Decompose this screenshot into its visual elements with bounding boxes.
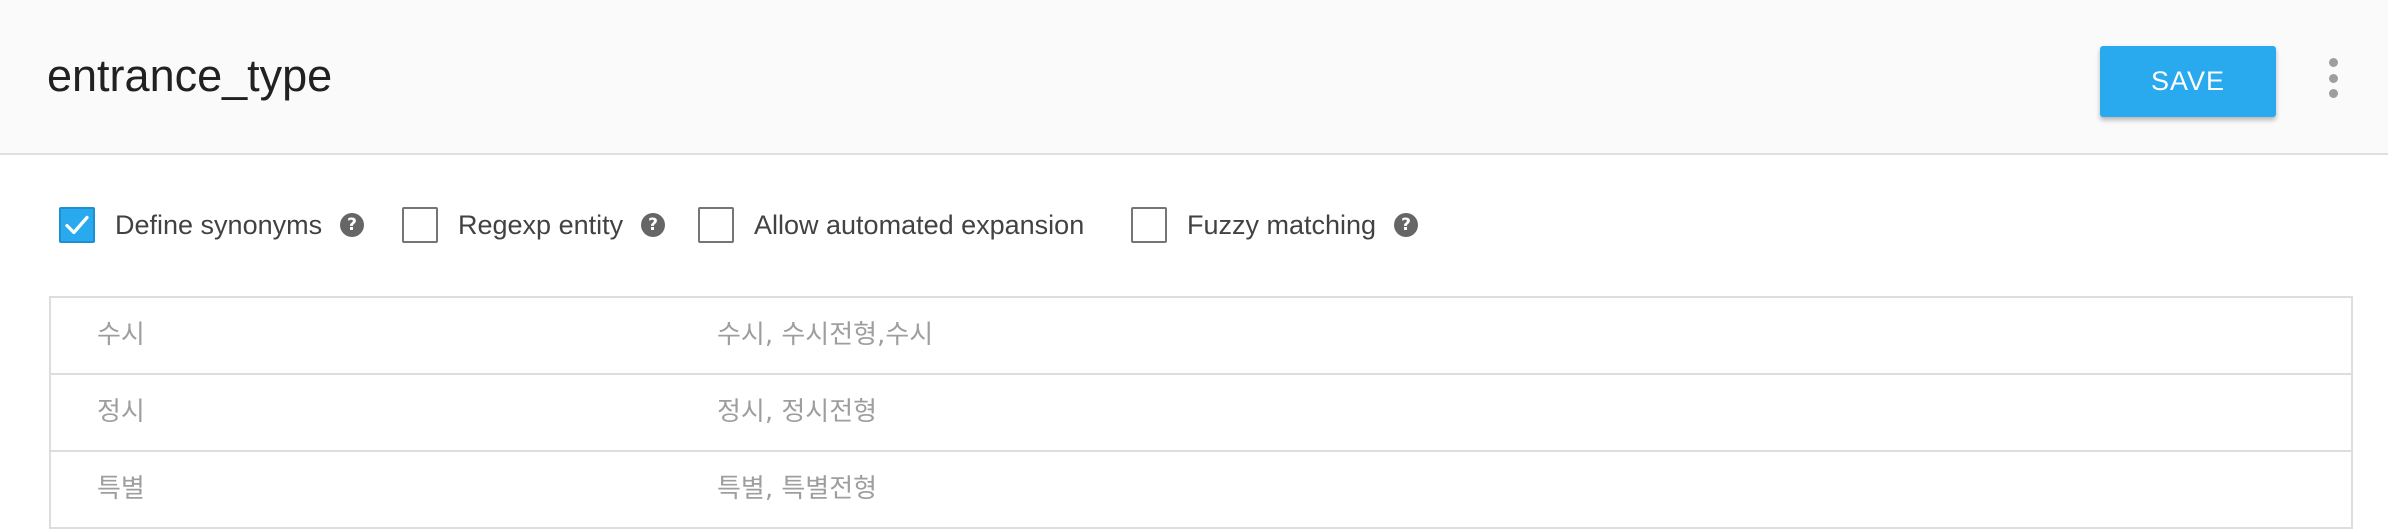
entry-value[interactable]: 특별 <box>97 452 145 527</box>
table-row: 수시 수시, 수시전형,수시 <box>51 298 2351 375</box>
option-regexp-entity[interactable]: Regexp entity ? <box>402 204 666 246</box>
entity-options: Define synonyms ? Regexp entity ? Allow … <box>0 190 2388 260</box>
option-fuzzy-matching[interactable]: Fuzzy matching ? <box>1131 204 1419 246</box>
help-icon[interactable]: ? <box>1394 213 1419 237</box>
option-define-synonyms[interactable]: Define synonyms ? <box>59 204 365 246</box>
table-row: 정시 정시, 정시전형 <box>51 375 2351 452</box>
option-label: Fuzzy matching <box>1187 209 1377 240</box>
table-row: 특별 특별, 특별전형 <box>51 452 2351 529</box>
option-label: Allow automated expansion <box>754 209 1085 240</box>
help-icon[interactable]: ? <box>641 213 666 237</box>
option-label: Define synonyms <box>115 209 323 240</box>
more-dot <box>2328 73 2338 83</box>
entity-title[interactable]: entrance_type <box>47 48 332 104</box>
entry-synonyms[interactable]: 정시, 정시전형 <box>717 375 877 450</box>
define-synonyms-checkbox[interactable] <box>59 207 95 243</box>
check-icon <box>65 215 89 235</box>
entry-synonyms[interactable]: 특별, 특별전형 <box>717 452 877 527</box>
more-dot <box>2328 58 2338 67</box>
fuzzy-matching-checkbox[interactable] <box>1131 207 1167 243</box>
entry-synonyms[interactable]: 수시, 수시전형,수시 <box>717 298 933 373</box>
save-button[interactable]: SAVE <box>2100 46 2276 117</box>
entry-value[interactable]: 정시 <box>97 375 145 450</box>
option-allow-automated-expansion[interactable]: Allow automated expansion <box>698 204 1084 246</box>
more-vert-icon[interactable] <box>2318 58 2348 98</box>
more-dot <box>2328 89 2338 98</box>
help-icon[interactable]: ? <box>340 213 365 237</box>
allow-automated-expansion-checkbox[interactable] <box>698 207 734 243</box>
entity-header: entrance_type SAVE <box>0 0 2388 155</box>
option-label: Regexp entity <box>458 209 624 240</box>
regexp-entity-checkbox[interactable] <box>402 207 438 243</box>
entry-value[interactable]: 수시 <box>97 298 145 373</box>
entries-table: 수시 수시, 수시전형,수시 정시 정시, 정시전형 특별 특별, 특별전형 <box>49 296 2353 529</box>
